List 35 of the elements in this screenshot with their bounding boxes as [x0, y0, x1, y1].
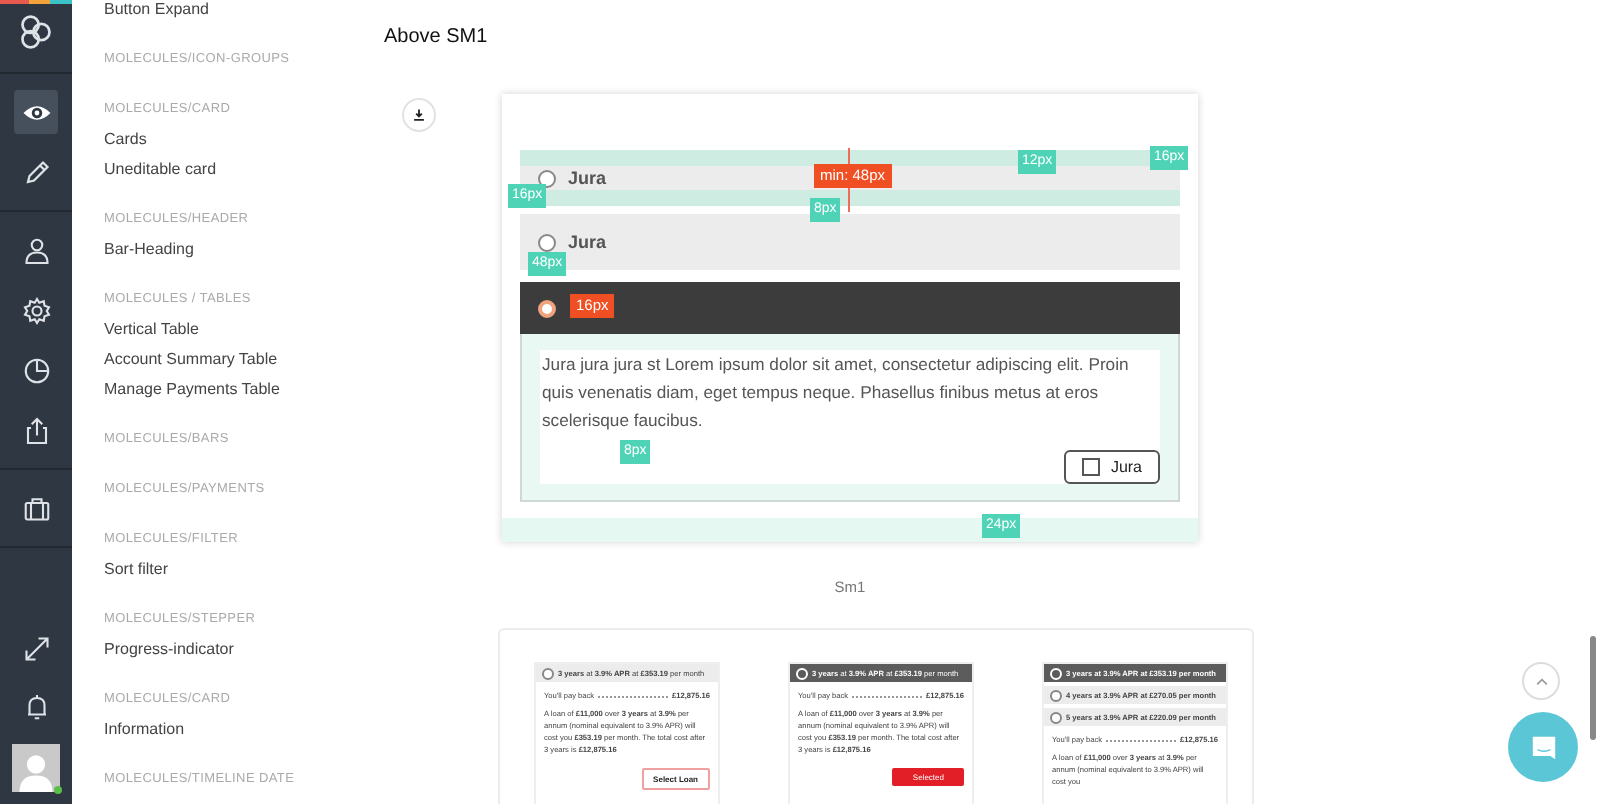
- body-text: Jura jura jura st Lorem ipsum dolor sit amet, consectetur adipiscing elit. Proin quis venenatis diam, eget tempus neque. Phasellus finibus metus at eros scelerisque faucibus.: [540, 350, 1160, 434]
- nav-link[interactable]: Vertical Table: [104, 314, 356, 344]
- logo-icon[interactable]: [18, 14, 54, 50]
- settings-icon: [21, 295, 51, 325]
- upload-icon: [21, 415, 51, 445]
- pencil-icon: [21, 157, 51, 187]
- briefcase-icon: [21, 493, 51, 523]
- expand-icon[interactable]: [21, 634, 51, 664]
- scrollbar[interactable]: [1590, 636, 1596, 740]
- nav-link[interactable]: Information: [104, 714, 356, 744]
- nav-link[interactable]: Button Expand: [104, 0, 356, 24]
- checkbox-button[interactable]: Jura: [1064, 450, 1160, 484]
- nav-link[interactable]: Bar-Heading: [104, 234, 356, 264]
- section-title: Above SM1: [384, 26, 490, 50]
- radio-option[interactable]: [520, 282, 1180, 334]
- radio-button[interactable]: [538, 233, 556, 251]
- nav-link[interactable]: Manage Payments Table: [104, 374, 356, 404]
- radio-button[interactable]: [538, 169, 556, 187]
- nav-link[interactable]: Account Summary Table: [104, 344, 356, 374]
- eye-nav-button[interactable]: [14, 90, 58, 134]
- option-label: Jura: [568, 232, 607, 252]
- nav-link[interactable]: Sort filter: [104, 554, 356, 584]
- nav-link[interactable]: Progress-indicator: [104, 634, 356, 664]
- nav-link[interactable]: Uneditable card: [104, 154, 356, 184]
- color-stripe: [0, 0, 72, 4]
- radio-button[interactable]: [538, 299, 556, 317]
- checkbox[interactable]: [1082, 458, 1101, 476]
- speech-bubble-icon: [1527, 731, 1559, 763]
- person-icon: [21, 235, 51, 265]
- chevron-up-icon: [1533, 673, 1549, 689]
- nav-link[interactable]: Cards: [104, 124, 356, 154]
- download-icon: [412, 108, 426, 122]
- download-button[interactable]: [402, 98, 436, 132]
- clock-icon: [21, 355, 51, 385]
- option-label: Jura: [568, 168, 607, 188]
